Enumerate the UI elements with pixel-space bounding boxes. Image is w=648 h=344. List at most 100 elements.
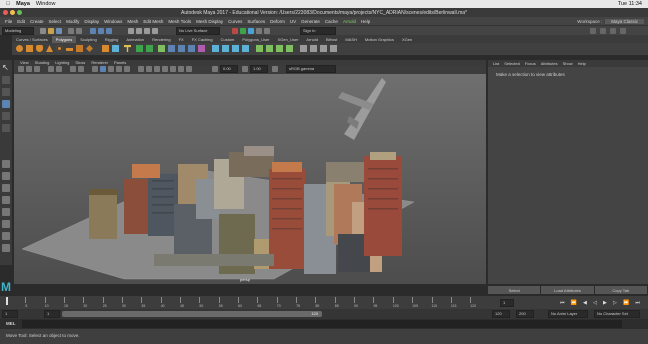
rotate-tool-icon[interactable]: [2, 112, 10, 120]
menu-curves[interactable]: Curves: [228, 19, 242, 24]
merge-icon[interactable]: [256, 45, 263, 52]
menu-set-dropdown[interactable]: Modeling: [2, 27, 34, 35]
step-forward-key-icon[interactable]: ⏩: [623, 300, 629, 307]
animation-end-field[interactable]: 200: [516, 310, 534, 318]
scale-tool-icon[interactable]: [2, 124, 10, 132]
snap-curve-icon[interactable]: [136, 28, 142, 34]
menu-help[interactable]: Help: [361, 19, 370, 24]
workspace-dropdown[interactable]: Maya Classic: [605, 18, 644, 24]
bridge-icon[interactable]: [178, 45, 185, 52]
channel-box-toggle-icon[interactable]: [600, 28, 606, 34]
persp-outliner-layout-icon[interactable]: [2, 184, 10, 192]
exposure-field[interactable]: 0.00: [220, 65, 238, 73]
shelf-tab-rendering[interactable]: Rendering: [148, 36, 174, 43]
automatic-map-icon[interactable]: [320, 45, 327, 52]
save-scene-icon[interactable]: [56, 28, 62, 34]
view-transform-dropdown[interactable]: sRGB gamma: [286, 65, 336, 73]
gamma-icon[interactable]: [242, 66, 248, 72]
resolution-gate-icon[interactable]: [78, 66, 84, 72]
svg-icon[interactable]: [112, 45, 119, 52]
bookmark-icon[interactable]: [34, 66, 40, 72]
live-surface-field[interactable]: No Live Surface: [176, 27, 220, 35]
smooth-shade-icon[interactable]: [100, 66, 106, 72]
perspective-viewport[interactable]: persp: [14, 74, 486, 284]
text-tool-icon[interactable]: [124, 45, 131, 52]
select-button[interactable]: Select: [488, 286, 541, 294]
poly-cone-icon[interactable]: [46, 45, 53, 52]
shelf-tab-fx[interactable]: FX: [175, 36, 188, 43]
menu-windows[interactable]: Windows: [104, 19, 122, 24]
shelf-tab-mash[interactable]: MASH: [341, 36, 361, 43]
step-back-frame-icon[interactable]: ◀: [583, 300, 587, 307]
menu-arnold[interactable]: Arnold: [343, 19, 356, 24]
multi-cut-icon[interactable]: [222, 45, 229, 52]
mac-app-menu[interactable]: Maya: [16, 1, 30, 7]
wireframe-icon[interactable]: [92, 66, 98, 72]
new-scene-icon[interactable]: [40, 28, 46, 34]
platonic-solid-icon[interactable]: [86, 45, 93, 52]
uv-layout-icon[interactable]: [2, 232, 10, 240]
shelf-tab-motion-graphics[interactable]: Motion Graphics: [361, 36, 398, 43]
play-forward-icon[interactable]: ▶: [603, 300, 607, 307]
bevel-icon[interactable]: [188, 45, 195, 52]
shelf-tab-bifrost[interactable]: Bifrost: [322, 36, 341, 43]
render-layout-icon[interactable]: [2, 244, 10, 252]
depth-of-field-icon[interactable]: [186, 66, 192, 72]
current-time-marker[interactable]: [6, 297, 8, 305]
planar-map-icon[interactable]: [310, 45, 317, 52]
backface-culling-icon[interactable]: [162, 66, 168, 72]
menu-select[interactable]: Select: [49, 19, 62, 24]
isolate-select-icon[interactable]: [138, 66, 144, 72]
go-to-start-icon[interactable]: ⏮: [560, 300, 565, 307]
append-to-polygon-icon[interactable]: [212, 45, 219, 52]
sign-in-button[interactable]: Sign In: [300, 27, 336, 35]
persp-graph-layout-icon[interactable]: [2, 196, 10, 204]
menu-cache[interactable]: Cache: [325, 19, 338, 24]
menu-deform[interactable]: Deform: [270, 19, 285, 24]
attr-menu-focus[interactable]: Focus: [525, 61, 536, 66]
menu-file[interactable]: File: [5, 19, 12, 24]
attr-menu-selected[interactable]: Selected: [504, 61, 520, 66]
exposure-icon[interactable]: [212, 66, 218, 72]
delete-edge-icon[interactable]: [266, 45, 273, 52]
snap-point-icon[interactable]: [144, 28, 150, 34]
attr-menu-help[interactable]: Help: [578, 61, 586, 66]
ambient-occlusion-icon[interactable]: [170, 66, 176, 72]
gamma-field[interactable]: 1.00: [250, 65, 268, 73]
snap-view-plane-icon[interactable]: [152, 28, 158, 34]
lights-icon[interactable]: [116, 66, 122, 72]
shelf-tab-arnold[interactable]: Arnold: [302, 36, 322, 43]
modeling-toolkit-icon[interactable]: [590, 28, 596, 34]
single-perspective-layout-icon[interactable]: [2, 160, 10, 168]
shelf-tab-animation[interactable]: Animation: [122, 36, 148, 43]
attribute-editor-toggle-icon[interactable]: [610, 28, 616, 34]
step-back-key-icon[interactable]: ⏪: [571, 300, 577, 307]
redo-icon[interactable]: [76, 28, 82, 34]
combine-icon[interactable]: [136, 45, 143, 52]
close-window-icon[interactable]: [3, 10, 8, 15]
select-object-icon[interactable]: [98, 28, 104, 34]
menu-edit-mesh[interactable]: Edit Mesh: [143, 19, 163, 24]
mel-input[interactable]: [22, 320, 622, 328]
move-tool-icon[interactable]: [2, 100, 10, 108]
lasso-tool-icon[interactable]: [2, 76, 10, 84]
step-forward-frame-icon[interactable]: ▷: [613, 300, 617, 307]
camera-attributes-icon[interactable]: [26, 66, 32, 72]
shelf-tab-polygons[interactable]: Polygons: [51, 36, 77, 43]
attr-menu-list[interactable]: List: [493, 61, 499, 66]
attr-menu-attributes[interactable]: Attributes: [541, 61, 558, 66]
render-settings-icon[interactable]: [248, 28, 254, 34]
xray-joints-icon[interactable]: [154, 66, 160, 72]
select-hierarchy-icon[interactable]: [90, 28, 96, 34]
snap-grid-icon[interactable]: [128, 28, 134, 34]
ipr-render-icon[interactable]: [240, 28, 246, 34]
menu-mesh-display[interactable]: Mesh Display: [196, 19, 223, 24]
anim-layer-dropdown[interactable]: No Anim Layer: [548, 310, 588, 318]
cylindrical-map-icon[interactable]: [330, 45, 337, 52]
shelf-tab-xgen[interactable]: XGen: [398, 36, 416, 43]
antialiasing-icon[interactable]: [178, 66, 184, 72]
shelf-tab-rigging[interactable]: Rigging: [101, 36, 123, 43]
menu-mesh[interactable]: Mesh: [127, 19, 138, 24]
menu-mesh-tools[interactable]: Mesh Tools: [168, 19, 191, 24]
poly-type-icon[interactable]: [102, 45, 109, 52]
